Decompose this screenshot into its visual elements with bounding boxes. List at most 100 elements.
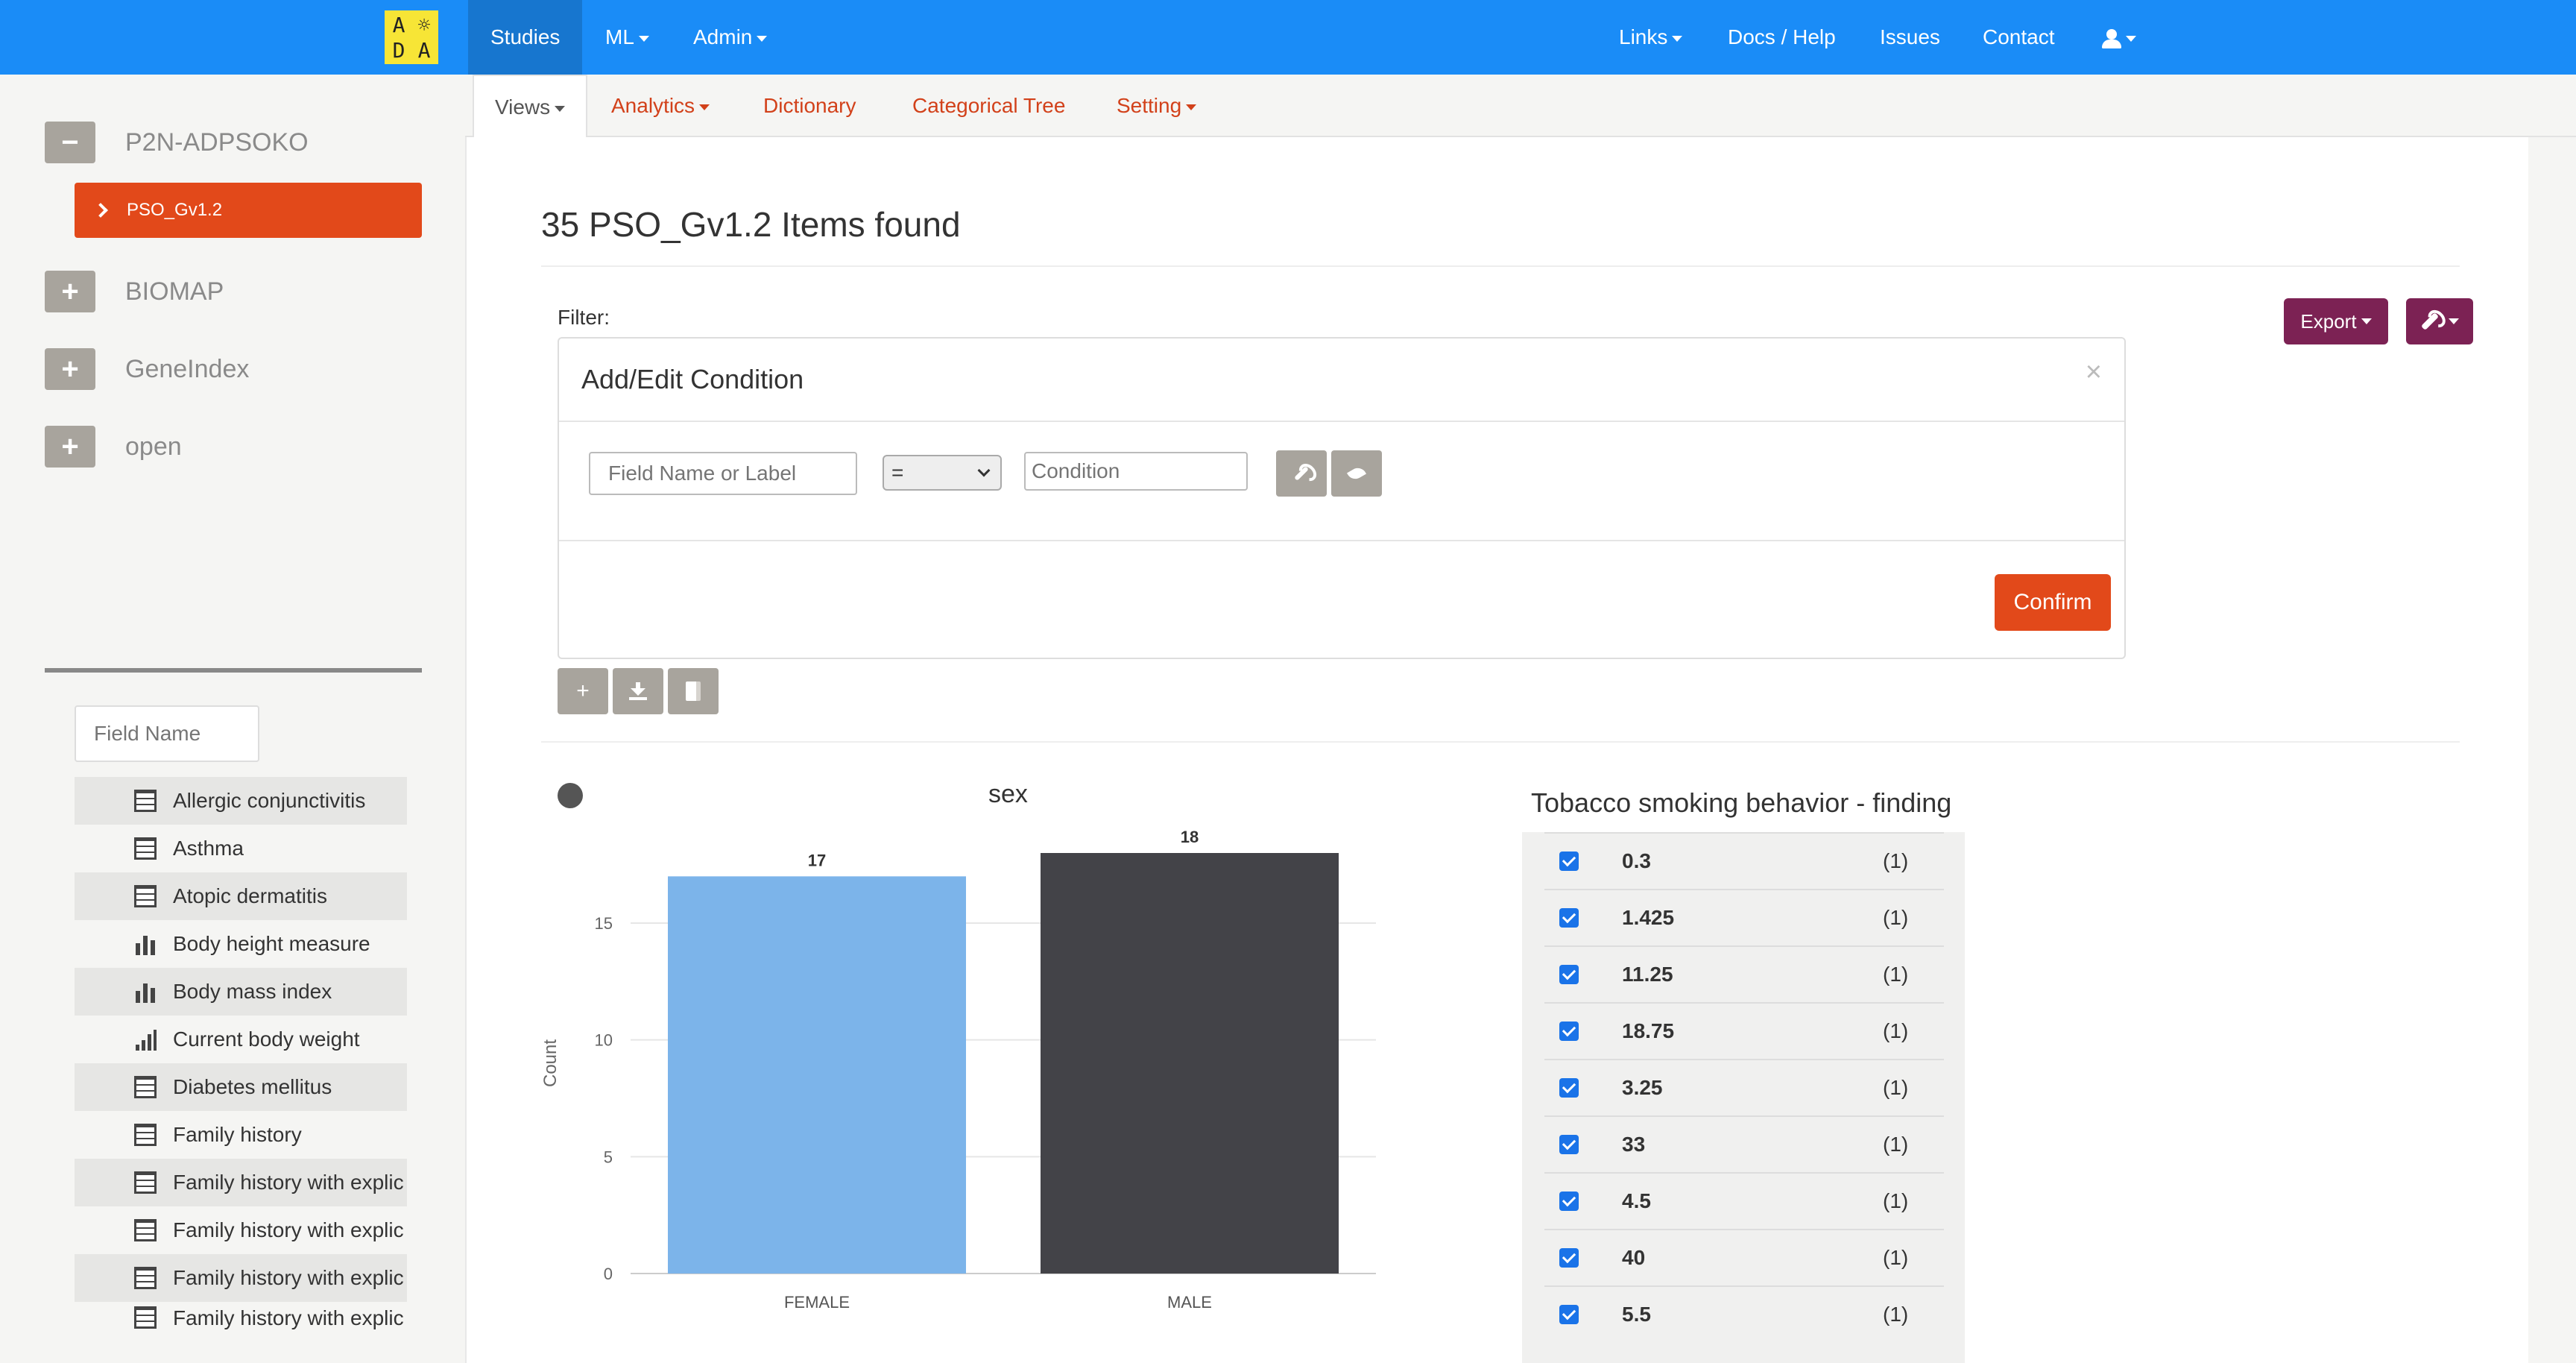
expand-button[interactable]: + bbox=[45, 348, 95, 390]
checkbox[interactable] bbox=[1559, 1248, 1579, 1268]
caret-down-icon bbox=[638, 35, 649, 42]
nav-contact[interactable]: Contact bbox=[1983, 0, 2055, 75]
field-label: Body mass index bbox=[173, 980, 332, 1003]
study-label[interactable]: GeneIndex bbox=[125, 355, 249, 384]
checkbox[interactable] bbox=[1559, 1022, 1579, 1041]
condition-input[interactable] bbox=[1024, 452, 1248, 491]
field-name-input[interactable] bbox=[589, 452, 857, 495]
tools-button[interactable] bbox=[2406, 298, 2473, 344]
y-tick-label: 15 bbox=[595, 914, 613, 933]
chart-title: sex bbox=[988, 780, 1028, 808]
chevron-right-icon bbox=[93, 203, 108, 218]
data-label: 18 bbox=[1181, 828, 1199, 846]
checkbox[interactable] bbox=[1559, 1078, 1579, 1098]
checkbox[interactable] bbox=[1559, 1192, 1579, 1211]
wrench-icon bbox=[1294, 466, 1309, 481]
field-item[interactable]: Family history with explic bbox=[75, 1254, 407, 1302]
table-icon bbox=[134, 790, 157, 812]
study-biomap[interactable]: + BIOMAP bbox=[45, 265, 224, 318]
copy-button[interactable] bbox=[668, 668, 719, 714]
study-open[interactable]: + open bbox=[45, 421, 182, 473]
nav-admin[interactable]: Admin bbox=[693, 0, 768, 75]
sidebar: − P2N-ADPSOKO PSO_Gv1.2 + BIOMAP + GeneI… bbox=[0, 75, 465, 1363]
divider bbox=[541, 741, 2460, 743]
field-label: Family history with explic bbox=[173, 1306, 404, 1329]
tab-dictionary[interactable]: Dictionary bbox=[763, 75, 856, 137]
field-item[interactable]: Family history bbox=[75, 1111, 407, 1159]
checkbox[interactable] bbox=[1559, 1135, 1579, 1154]
dataset-pso-gv12[interactable]: PSO_Gv1.2 bbox=[75, 183, 422, 238]
content-panel: 35 PSO_Gv1.2 Items found Filter: Export … bbox=[465, 137, 2528, 1363]
export-button[interactable]: Export bbox=[2284, 298, 2388, 344]
wrench-icon bbox=[2420, 312, 2440, 331]
table-icon bbox=[134, 1306, 157, 1329]
tobacco-row: 18.75 (1) bbox=[1544, 1002, 1944, 1059]
field-label: Family history with explic bbox=[173, 1218, 404, 1241]
field-item[interactable]: Current body weight bbox=[75, 1016, 407, 1063]
field-label: Family history with explic bbox=[173, 1171, 404, 1194]
study-label[interactable]: open bbox=[125, 432, 182, 462]
caret-down-icon bbox=[2449, 318, 2459, 324]
tobacco-value: 18.75 bbox=[1622, 1019, 1675, 1042]
x-tick-label: FEMALE bbox=[784, 1293, 850, 1312]
tobacco-count: (1) bbox=[1883, 1133, 1909, 1156]
study-label[interactable]: P2N-ADPSOKO bbox=[125, 128, 309, 157]
field-item[interactable]: Family history with explic bbox=[75, 1206, 407, 1254]
caret-down-icon bbox=[757, 35, 768, 42]
study-label[interactable]: BIOMAP bbox=[125, 277, 224, 306]
confirm-button[interactable]: Confirm bbox=[1995, 574, 2111, 631]
study-geneindex[interactable]: + GeneIndex bbox=[45, 343, 249, 395]
expand-button[interactable]: + bbox=[45, 426, 95, 468]
page-title: 35 PSO_Gv1.2 Items found bbox=[541, 205, 961, 244]
ada-logo[interactable]: A ☼ D A bbox=[385, 10, 438, 64]
checkbox[interactable] bbox=[1559, 965, 1579, 984]
collapse-button[interactable]: − bbox=[45, 122, 95, 163]
tab-views[interactable]: Views bbox=[473, 75, 588, 139]
tobacco-count: (1) bbox=[1883, 963, 1909, 986]
tobacco-count: (1) bbox=[1883, 849, 1909, 872]
bar bbox=[668, 876, 966, 1274]
field-item[interactable]: Body mass index bbox=[75, 968, 407, 1016]
tobacco-count: (1) bbox=[1883, 906, 1909, 929]
tobacco-value: 4.5 bbox=[1622, 1189, 1651, 1212]
logo-letter: A bbox=[392, 12, 405, 37]
sub-navigation: Views Analytics Dictionary Categorical T… bbox=[465, 75, 2576, 139]
nav-ml[interactable]: ML bbox=[605, 0, 649, 75]
caret-down-icon bbox=[1186, 104, 1197, 110]
nav-links[interactable]: Links bbox=[1619, 0, 1683, 75]
operator-select[interactable]: = bbox=[883, 455, 1002, 491]
field-label: Current body weight bbox=[173, 1027, 360, 1051]
field-picker-button[interactable] bbox=[1276, 450, 1327, 497]
checkbox[interactable] bbox=[1559, 852, 1579, 871]
bar-chart-icon bbox=[134, 933, 157, 955]
close-icon[interactable]: × bbox=[2086, 356, 2102, 388]
caret-down-icon bbox=[2361, 318, 2372, 324]
field-item[interactable]: Allergic conjunctivitis bbox=[75, 777, 407, 825]
nav-docs-help[interactable]: Docs / Help bbox=[1728, 0, 1836, 75]
tobacco-count: (1) bbox=[1883, 1076, 1909, 1099]
tab-analytics[interactable]: Analytics bbox=[611, 75, 710, 137]
checkbox[interactable] bbox=[1559, 908, 1579, 928]
tab-categorical-tree[interactable]: Categorical Tree bbox=[912, 75, 1065, 137]
field-item[interactable]: Body height measure bbox=[75, 920, 407, 968]
field-item[interactable]: Family history with explic bbox=[75, 1302, 407, 1332]
field-item[interactable]: Family history with explic bbox=[75, 1159, 407, 1206]
tab-setting[interactable]: Setting bbox=[1117, 75, 1197, 137]
nav-user-menu[interactable] bbox=[2102, 0, 2136, 75]
study-p2n-adpsoko[interactable]: − P2N-ADPSOKO bbox=[45, 116, 309, 169]
leaf-button[interactable] bbox=[1331, 450, 1382, 497]
expand-button[interactable]: + bbox=[45, 271, 95, 312]
field-item[interactable]: Atopic dermatitis bbox=[75, 872, 407, 920]
field-name-filter-input[interactable] bbox=[75, 705, 259, 762]
field-item[interactable]: Asthma bbox=[75, 825, 407, 872]
checkbox[interactable] bbox=[1559, 1305, 1579, 1324]
tobacco-value: 5.5 bbox=[1622, 1303, 1651, 1326]
sex-bar-chart: 0 5 10 15 Count 17 FEMALE 18 MALE bbox=[541, 828, 1376, 1312]
download-button[interactable] bbox=[613, 668, 663, 714]
chart-options-icon[interactable] bbox=[558, 783, 583, 808]
dataset-label: PSO_Gv1.2 bbox=[127, 200, 223, 220]
nav-issues[interactable]: Issues bbox=[1880, 0, 1940, 75]
field-item[interactable]: Diabetes mellitus bbox=[75, 1063, 407, 1111]
nav-studies[interactable]: Studies bbox=[468, 0, 583, 75]
add-filter-button[interactable]: + bbox=[558, 668, 608, 714]
